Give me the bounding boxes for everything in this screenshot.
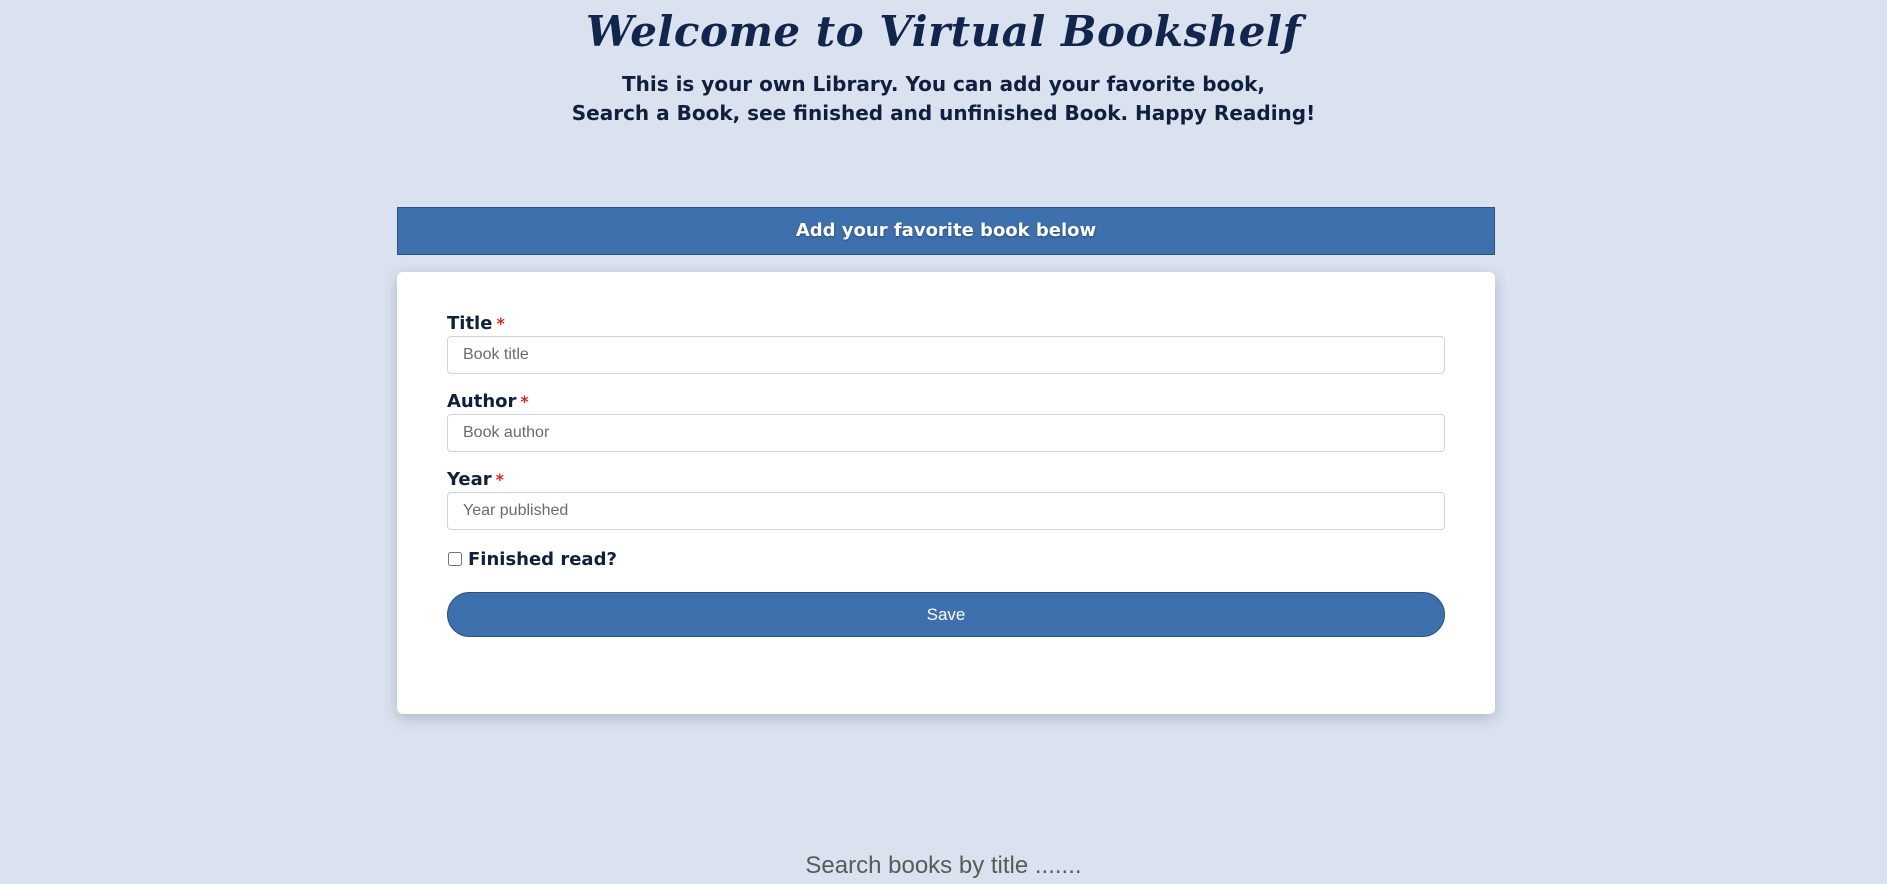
title-label-text: Title [447, 313, 493, 334]
required-marker: * [496, 314, 505, 333]
search-section [0, 848, 1887, 884]
year-input[interactable] [447, 492, 1445, 530]
search-input[interactable] [731, 848, 1156, 884]
add-book-form-header: Add your favorite book below [397, 207, 1495, 255]
subtitle-line-1: This is your own Library. You can add yo… [621, 72, 1266, 96]
author-field: Author * [447, 390, 1445, 452]
finished-checkbox[interactable] [448, 552, 462, 566]
year-label-text: Year [447, 469, 492, 490]
save-button[interactable]: Save [447, 592, 1445, 637]
required-marker: * [520, 392, 529, 411]
author-input[interactable] [447, 414, 1445, 452]
hero-header: Welcome to Virtual Bookshelf This is you… [0, 0, 1887, 128]
year-label: Year * [447, 468, 1445, 492]
page-subtitle: This is your own Library. You can add yo… [0, 70, 1887, 128]
add-book-form: Title* Author* Year* Finished read? Save [397, 272, 1495, 714]
author-label-text: Author [447, 391, 517, 412]
required-marker: * [495, 470, 504, 489]
title-label: Title * [447, 312, 1445, 336]
page-title: Welcome to Virtual Bookshelf [585, 7, 1302, 56]
title-input[interactable] [447, 336, 1445, 374]
year-field: Year * [447, 468, 1445, 530]
author-label: Author * [447, 390, 1445, 414]
finished-row: Finished read? [447, 546, 1445, 572]
title-field: Title * [447, 312, 1445, 374]
finished-label[interactable]: Finished read? [468, 549, 617, 570]
subtitle-line-2: Search a Book, see finished and unfinish… [571, 101, 1316, 125]
